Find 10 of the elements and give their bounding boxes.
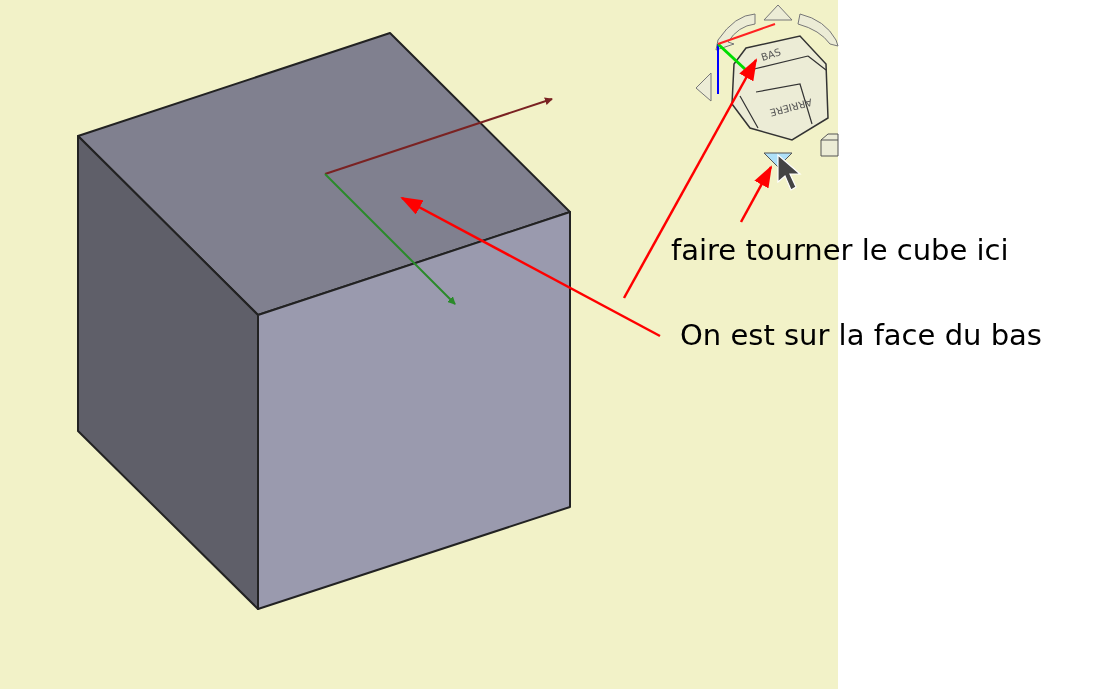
arrow-up-icon[interactable]	[763, 4, 793, 21]
navigation-cube[interactable]	[731, 35, 829, 141]
face-label: BAS	[759, 46, 783, 63]
annotation-text: On est sur la face du bas	[680, 317, 1042, 354]
small-cube-icon[interactable]	[820, 133, 839, 157]
orbit-right-icon[interactable]	[797, 13, 839, 47]
annotation-text: faire tourner le cube ici	[671, 232, 1009, 269]
cursor-icon	[777, 153, 802, 191]
arrow-left-icon[interactable]	[695, 72, 712, 102]
orbit-left-icon[interactable]	[715, 13, 756, 51]
